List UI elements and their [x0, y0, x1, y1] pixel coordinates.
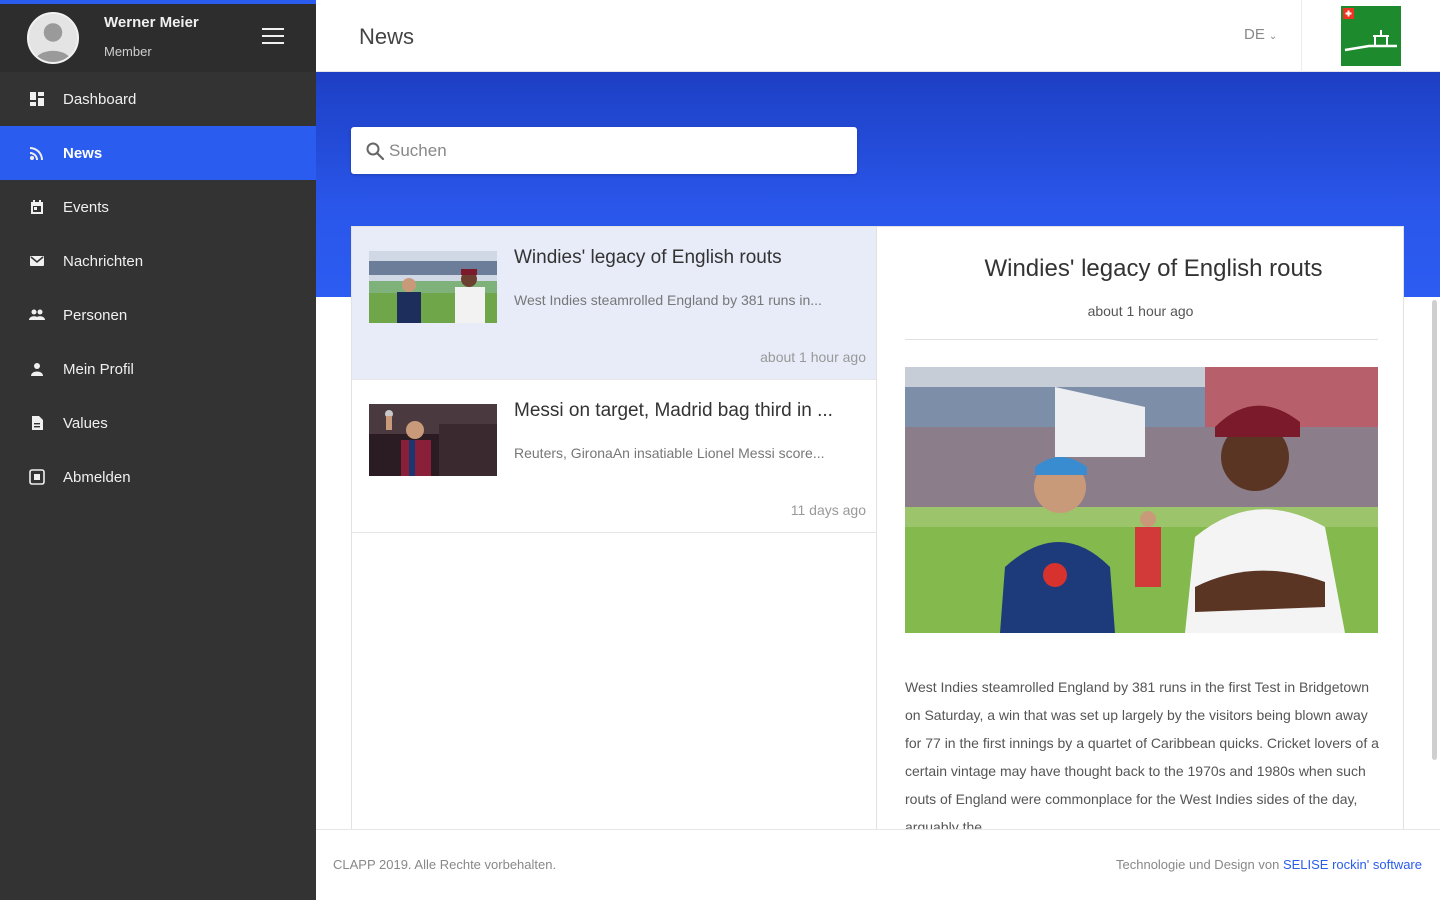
- footer-credits-prefix: Technologie und Design von: [1116, 857, 1283, 872]
- sidebar-item-label: Personen: [63, 306, 128, 324]
- sidebar-item-personen[interactable]: Personen: [0, 288, 316, 342]
- sidebar-item-label: News: [63, 144, 103, 162]
- user-name: Werner Meier: [104, 14, 199, 31]
- detail-divider: [905, 339, 1378, 340]
- avatar-placeholder-icon: [29, 14, 77, 62]
- detail-image: [905, 367, 1378, 633]
- avatar[interactable]: [27, 12, 79, 64]
- sidebar-nav: Dashboard News Events Nachrichten Person…: [0, 72, 316, 504]
- search-input[interactable]: [389, 127, 849, 174]
- footer-credits: Technologie und Design von SELISE rockin…: [1116, 857, 1422, 872]
- mail-icon: [28, 252, 46, 270]
- news-list-item[interactable]: Windies' legacy of English routs West In…: [352, 227, 876, 380]
- search-box: [351, 127, 857, 174]
- news-thumbnail: [369, 251, 497, 323]
- footer-credits-link[interactable]: SELISE rockin' software: [1283, 857, 1422, 872]
- sidebar: Werner Meier Member Dashboard News Event…: [0, 0, 316, 900]
- news-list: Windies' legacy of English routs West In…: [351, 226, 877, 830]
- sidebar-item-nachrichten[interactable]: Nachrichten: [0, 234, 316, 288]
- sidebar-item-events[interactable]: Events: [0, 180, 316, 234]
- detail-body: West Indies steamrolled England by 381 r…: [905, 679, 1379, 830]
- news-detail: Windies' legacy of English routs about 1…: [877, 226, 1404, 830]
- page-scrollbar[interactable]: [1432, 300, 1437, 760]
- person-icon: [28, 360, 46, 378]
- calendar-icon: [28, 198, 46, 216]
- news-item-excerpt: Reuters, GironaAn insatiable Lionel Mess…: [514, 445, 825, 461]
- sidebar-item-news[interactable]: News: [0, 126, 316, 180]
- search-icon: [366, 142, 385, 161]
- sidebar-item-dashboard[interactable]: Dashboard: [0, 72, 316, 126]
- sidebar-item-label: Dashboard: [63, 90, 137, 108]
- news-list-item[interactable]: Messi on target, Madrid bag third in ...…: [352, 380, 876, 533]
- footer-copyright: CLAPP 2019. Alle Rechte vorbehalten.: [333, 857, 557, 872]
- dashboard-icon: [28, 90, 46, 108]
- sidebar-item-label: Nachrichten: [63, 252, 144, 270]
- club-logo[interactable]: [1341, 6, 1401, 66]
- header-divider: [1301, 0, 1302, 72]
- menu-toggle-icon[interactable]: [262, 28, 288, 48]
- news-item-time: about 1 hour ago: [760, 349, 866, 365]
- top-header: News DE ⌄: [316, 0, 1440, 72]
- footer: CLAPP 2019. Alle Rechte vorbehalten. Tec…: [316, 829, 1440, 900]
- detail-time: about 1 hour ago: [1087, 303, 1194, 319]
- sidebar-item-label: Abmelden: [63, 468, 131, 486]
- logout-icon: [28, 468, 46, 486]
- language-label: DE: [1244, 26, 1265, 43]
- sidebar-item-label: Events: [63, 198, 109, 216]
- chevron-down-icon: ⌄: [1268, 31, 1278, 42]
- sidebar-item-values[interactable]: Values: [0, 396, 316, 450]
- news-item-title: Windies' legacy of English routs: [514, 247, 782, 268]
- sidebar-item-label: Values: [63, 414, 108, 432]
- sidebar-item-label: Mein Profil: [63, 360, 134, 378]
- sidebar-item-abmelden[interactable]: Abmelden: [0, 450, 316, 504]
- news-item-time: 11 days ago: [790, 502, 866, 518]
- news-item-excerpt: West Indies steamrolled England by 381 r…: [514, 292, 822, 308]
- news-item-title: Messi on target, Madrid bag third in ...: [514, 400, 833, 421]
- user-role: Member: [104, 44, 152, 59]
- document-icon: [28, 414, 46, 432]
- user-profile: Werner Meier Member: [0, 4, 316, 72]
- rss-icon: [28, 144, 46, 162]
- language-selector[interactable]: DE ⌄: [1244, 26, 1277, 43]
- people-icon: [28, 306, 46, 324]
- sidebar-item-mein-profil[interactable]: Mein Profil: [0, 342, 316, 396]
- detail-title: Windies' legacy of English routs: [984, 255, 1323, 282]
- page-title: News: [359, 24, 415, 49]
- news-thumbnail: [369, 404, 497, 476]
